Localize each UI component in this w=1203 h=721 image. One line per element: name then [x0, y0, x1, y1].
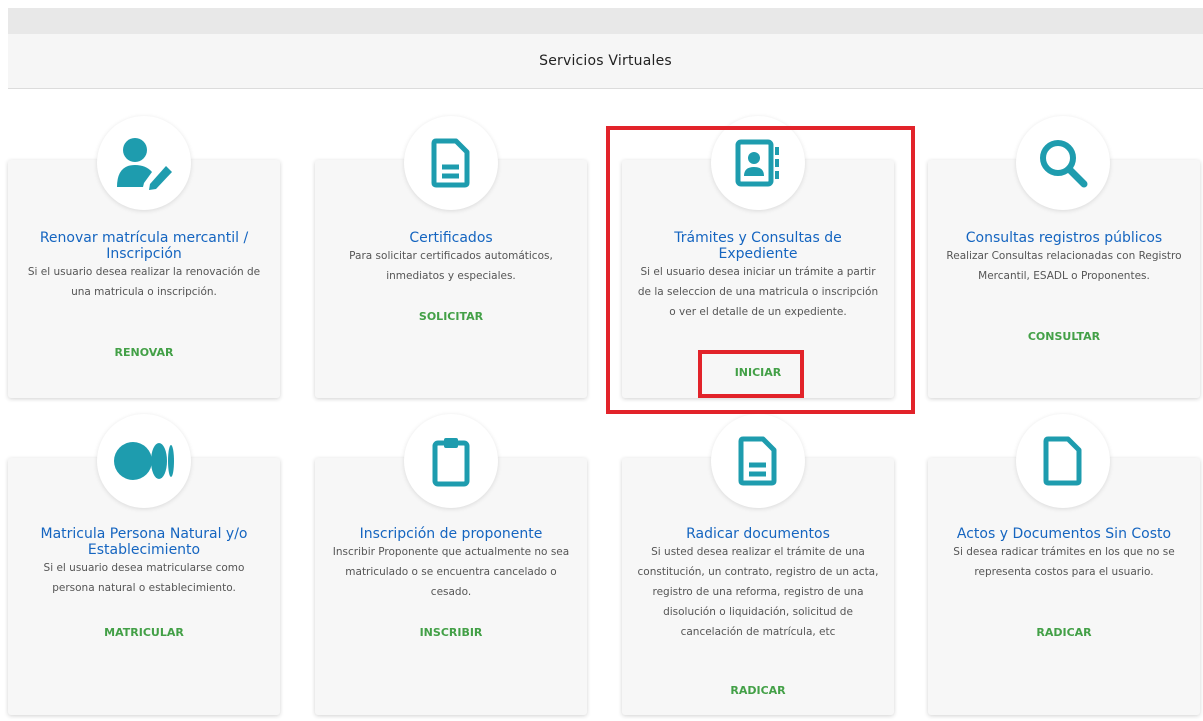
card-title[interactable]: Actos y Documentos Sin Costo [942, 526, 1186, 542]
solicitar-button[interactable]: SOLICITAR [315, 310, 587, 323]
medium-icon [97, 414, 191, 508]
clipboard-icon [404, 414, 498, 508]
highlight-iniciar-outline [698, 350, 804, 398]
inscribir-button[interactable]: INSCRIBIR [315, 626, 587, 639]
renovar-button[interactable]: RENOVAR [8, 346, 280, 359]
card-description: Realizar Consultas relacionadas con Regi… [946, 250, 1182, 282]
card-description: Si usted desea realizar el trámite de un… [637, 546, 879, 638]
card-description: Si desea radicar trámites en los que no … [953, 546, 1175, 578]
card-description: Si el usuario desea matricularse como pe… [43, 562, 245, 594]
matricular-button[interactable]: MATRICULAR [8, 626, 280, 639]
search-icon [1016, 116, 1110, 210]
card-title[interactable]: Inscripción de proponente [329, 526, 573, 542]
consultar-button[interactable]: CONSULTAR [928, 330, 1200, 343]
radicar-sin-costo-button[interactable]: RADICAR [928, 626, 1200, 639]
header-bar: Servicios Virtuales [8, 34, 1203, 89]
document-icon [711, 414, 805, 508]
card-description: Para solicitar certificados automáticos,… [349, 250, 553, 282]
document-icon [404, 116, 498, 210]
card-title[interactable]: Matricula Persona Natural y/o Establecim… [22, 526, 266, 558]
card-title[interactable]: Certificados [329, 230, 573, 246]
card-title[interactable]: Radicar documentos [636, 526, 880, 542]
top-strip [8, 8, 1203, 34]
card-description: Si el usuario desea realizar la renovaci… [27, 266, 261, 298]
file-icon [1016, 414, 1110, 508]
card-title[interactable]: Consultas registros públicos [942, 230, 1186, 246]
page-title: Servicios Virtuales [539, 53, 672, 69]
card-title[interactable]: Renovar matrícula mercantil / Inscripció… [22, 230, 266, 262]
card-description: Inscribir Proponente que actualmente no … [332, 546, 570, 598]
user-edit-icon [97, 116, 191, 210]
radicar-button[interactable]: RADICAR [622, 684, 894, 697]
